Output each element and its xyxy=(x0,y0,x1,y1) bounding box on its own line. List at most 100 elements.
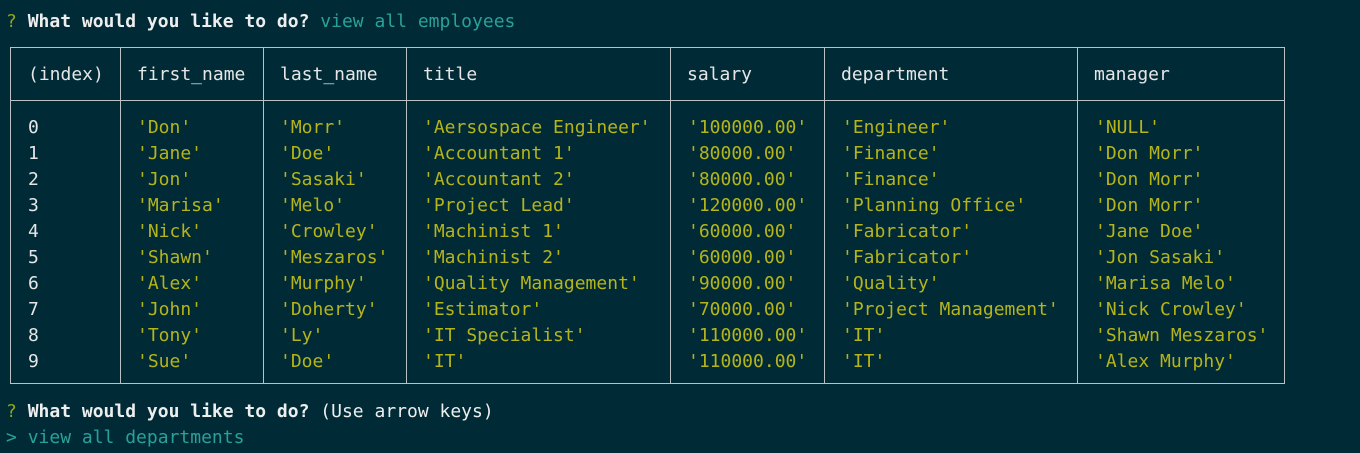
table-cell: '120000.00' xyxy=(688,195,808,216)
employees-table: (index) first_name last_name title salar… xyxy=(10,47,1285,384)
table-cell: 'Don Morr' xyxy=(1095,169,1204,190)
table-cell: 'Fabricator' xyxy=(842,247,973,268)
table-cell: 'Jane' xyxy=(137,143,203,164)
table-cell: 'Don' xyxy=(137,117,192,138)
table-cell: '110000.00' xyxy=(688,351,808,372)
table-cell: '70000.00' xyxy=(688,299,797,320)
table-cell: 'Morr' xyxy=(280,117,346,138)
table-cell: 7 xyxy=(28,299,39,320)
table-cell: 'Tony' xyxy=(137,325,203,346)
prompt-question: What would you like to do? xyxy=(27,11,310,32)
table-cell: 'Sue' xyxy=(137,351,192,372)
table-cell: 'Crowley' xyxy=(280,221,378,242)
table-cell: 'IT Specialist' xyxy=(423,325,586,346)
table-cell: 'Machinist 1' xyxy=(423,221,564,242)
table-cell: 'IT' xyxy=(842,351,886,372)
table-cell: 4 xyxy=(28,221,39,242)
table-cell: '60000.00' xyxy=(688,247,797,268)
column-divider xyxy=(1077,48,1078,383)
table-cell: 'Nick Crowley' xyxy=(1095,299,1247,320)
table-cell: 'Jon' xyxy=(137,169,192,190)
header-divider xyxy=(11,100,1284,101)
header-department: department xyxy=(841,64,950,85)
table-cell: 'Accountant 2' xyxy=(423,169,575,190)
table-cell: 'Alex Murphy' xyxy=(1095,351,1236,372)
column-divider xyxy=(406,48,407,383)
table-cell: 3 xyxy=(28,195,39,216)
table-cell: 'Shawn Meszaros' xyxy=(1095,325,1269,346)
question-mark-icon: ? xyxy=(6,11,17,32)
table-cell: 'NULL' xyxy=(1095,117,1161,138)
index-column: 0 1 2 3 4 5 6 7 8 9 xyxy=(28,115,39,375)
prompt-answer: view all employees xyxy=(320,11,516,32)
table-cell: 'Jane Doe' xyxy=(1095,221,1204,242)
table-cell: '80000.00' xyxy=(688,143,797,164)
table-cell: 'Aersospace Engineer' xyxy=(423,117,651,138)
title-column: 'Aersospace Engineer' 'Accountant 1' 'Acco… xyxy=(423,115,651,375)
table-cell: 'Don Morr' xyxy=(1095,195,1204,216)
table-cell: 8 xyxy=(28,325,39,346)
menu-item-view-all-departments[interactable]: > view all departments xyxy=(6,425,244,451)
table-cell: 'IT' xyxy=(423,351,467,372)
table-cell: 'Engineer' xyxy=(842,117,951,138)
table-cell: 'Alex' xyxy=(137,273,203,294)
table-cell: '60000.00' xyxy=(688,221,797,242)
table-cell: 2 xyxy=(28,169,39,190)
column-divider xyxy=(824,48,825,383)
table-cell: 'IT' xyxy=(842,325,886,346)
table-cell: 'Marisa' xyxy=(137,195,224,216)
table-cell: 'Don Morr' xyxy=(1095,143,1204,164)
manager-column: 'NULL' 'Don Morr' 'Don Morr' 'Don Morr' 'Jan… xyxy=(1095,115,1268,375)
table-cell: 'John' xyxy=(137,299,203,320)
table-cell: 'Project Management' xyxy=(842,299,1059,320)
prompt-question: What would you like to do? xyxy=(27,401,310,422)
table-cell: 6 xyxy=(28,273,39,294)
table-cell: 'Quality' xyxy=(842,273,940,294)
header-last-name: last_name xyxy=(280,64,378,85)
table-cell: 'Melo' xyxy=(280,195,346,216)
table-cell: '80000.00' xyxy=(688,169,797,190)
header-title: title xyxy=(423,64,478,85)
prompt-line-2: ? What would you like to do? (Use arrow … xyxy=(6,399,494,425)
table-cell: 'Murphy' xyxy=(280,273,367,294)
table-cell: 'Doherty' xyxy=(280,299,378,320)
table-cell: 'Ly' xyxy=(280,325,324,346)
prompt-line-1: ? What would you like to do? view all em… xyxy=(6,9,515,35)
table-cell: 'Finance' xyxy=(842,143,940,164)
table-cell: 'Sasaki' xyxy=(280,169,367,190)
table-cell: 'Machinist 2' xyxy=(423,247,564,268)
salary-column: '100000.00' '80000.00' '80000.00' '120000.0… xyxy=(688,115,807,375)
table-cell: 'Accountant 1' xyxy=(423,143,575,164)
column-divider xyxy=(263,48,264,383)
table-cell: 5 xyxy=(28,247,39,268)
table-cell: 'Estimator' xyxy=(423,299,543,320)
table-cell: 'Fabricator' xyxy=(842,221,973,242)
prompt-hint: (Use arrow keys) xyxy=(320,401,494,422)
first-name-column: 'Don' 'Jane' 'Jon' 'Marisa' 'Nick' 'Shawn' 'Al… xyxy=(137,115,224,375)
table-cell: 'Marisa Melo' xyxy=(1095,273,1236,294)
pointer-icon: > xyxy=(6,427,17,448)
column-divider xyxy=(120,48,121,383)
header-first-name: first_name xyxy=(137,64,246,85)
last-name-column: 'Morr' 'Doe' 'Sasaki' 'Melo' 'Crowley' 'Mesza… xyxy=(280,115,388,375)
table-cell: 'Finance' xyxy=(842,169,940,190)
table-cell: '100000.00' xyxy=(688,117,808,138)
department-column: 'Engineer' 'Finance' 'Finance' 'Planning Of… xyxy=(842,115,1059,375)
menu-item-label: view all departments xyxy=(27,427,245,448)
table-cell: 'Shawn' xyxy=(137,247,213,268)
table-cell: 'Jon Sasaki' xyxy=(1095,247,1226,268)
table-cell: 'Quality Management' xyxy=(423,273,640,294)
table-cell: 'Meszaros' xyxy=(280,247,389,268)
header-index: (index) xyxy=(28,64,104,85)
table-cell: 'Planning Office' xyxy=(842,195,1027,216)
table-cell: 0 xyxy=(28,117,39,138)
table-cell: 'Nick' xyxy=(137,221,203,242)
table-cell: 'Doe' xyxy=(280,143,335,164)
table-cell: 'Project Lead' xyxy=(423,195,575,216)
table-cell: '110000.00' xyxy=(688,325,808,346)
table-cell: 1 xyxy=(28,143,39,164)
header-manager: manager xyxy=(1094,64,1170,85)
header-salary: salary xyxy=(687,64,753,85)
table-cell: '90000.00' xyxy=(688,273,797,294)
column-divider xyxy=(670,48,671,383)
